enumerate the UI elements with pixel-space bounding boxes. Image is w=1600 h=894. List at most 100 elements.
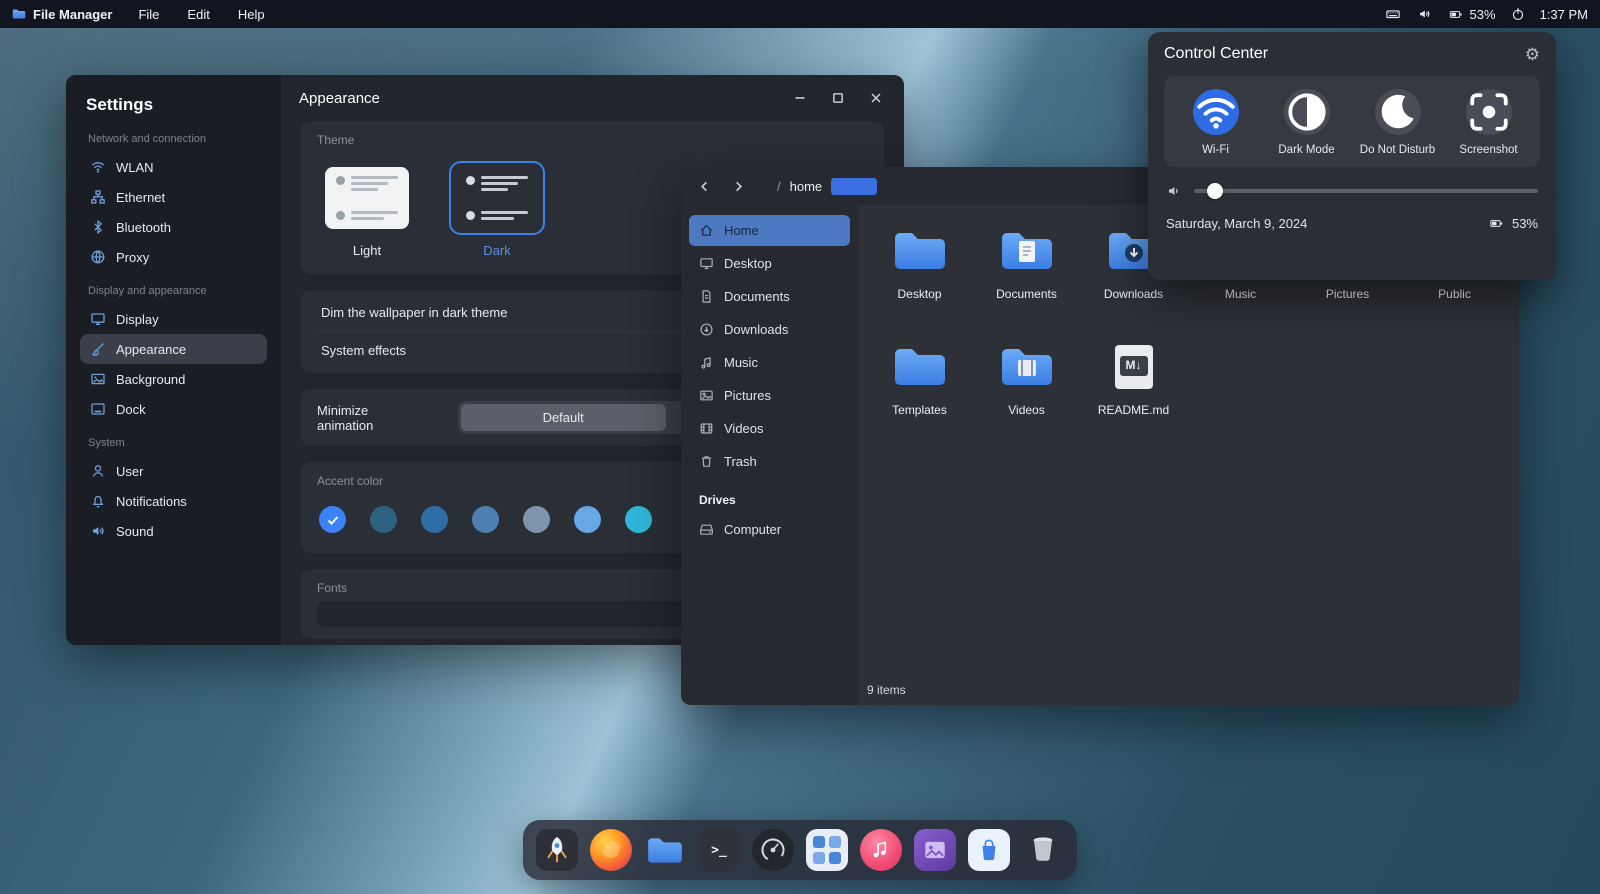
sidebar-item-proxy[interactable]: Proxy (80, 242, 267, 272)
sidebar-item-notifications[interactable]: Notifications (80, 486, 267, 516)
sidebar-item-desktop[interactable]: Desktop (689, 248, 850, 279)
minimize-button[interactable] (790, 88, 810, 108)
sidebar-item-computer[interactable]: Computer (689, 514, 850, 545)
menu-help[interactable]: Help (238, 7, 265, 22)
close-button[interactable] (866, 88, 886, 108)
chevron-left-icon (700, 181, 707, 191)
power-icon[interactable] (1511, 7, 1525, 21)
file-label: Documents (996, 287, 1057, 301)
minimize-icon (795, 97, 805, 99)
sidebar-item-dock[interactable]: Dock (80, 394, 267, 424)
keyboard-icon[interactable] (1384, 7, 1402, 21)
folder-icon (648, 837, 682, 863)
document-icon (702, 290, 711, 303)
file-item-readme[interactable]: M↓ README.md (1080, 339, 1187, 455)
menu-file[interactable]: File (138, 7, 159, 22)
sidebar-item-display[interactable]: Display (80, 304, 267, 334)
volume-slider[interactable] (1194, 183, 1538, 199)
file-item-videos[interactable]: Videos (973, 339, 1080, 455)
sidebar-item-pictures[interactable]: Pictures (689, 380, 850, 411)
status-bar: 9 items (867, 683, 906, 697)
maximize-button[interactable] (828, 88, 848, 108)
sidebar-item-label: Pictures (724, 388, 771, 403)
battery-icon (1490, 220, 1503, 227)
sidebar-item-music[interactable]: Music (689, 347, 850, 378)
dock-image-viewer[interactable] (914, 829, 956, 871)
sidebar-item-videos[interactable]: Videos (689, 413, 850, 444)
sidebar-item-trash[interactable]: Trash (689, 446, 850, 477)
control-center-title: Control Center (1164, 45, 1269, 62)
accent-swatch[interactable] (370, 506, 397, 533)
chevron-right-icon (735, 181, 742, 191)
clock[interactable]: 1:37 PM (1540, 7, 1588, 22)
sidebar-item-wlan[interactable]: WLAN (80, 152, 267, 182)
sidebar-item-documents[interactable]: Documents (689, 281, 850, 312)
file-label: Music (1224, 287, 1257, 301)
file-item-documents[interactable]: Documents (973, 223, 1080, 339)
bluetooth-icon (94, 219, 103, 235)
sidebar-item-label: Dock (116, 401, 146, 417)
sidebar-item-home[interactable]: Home (689, 215, 850, 246)
dock-app-store[interactable] (968, 829, 1010, 871)
section-system: System (88, 437, 125, 449)
file-label: README.md (1097, 403, 1170, 417)
wifi-toggle[interactable]: Wi-Fi (1170, 89, 1261, 156)
dock-trash[interactable] (1022, 829, 1064, 871)
sidebar-item-label: WLAN (116, 159, 154, 175)
dock-file-manager[interactable] (644, 829, 686, 871)
file-grid: Desktop Documents Downloads Music Pictur… (858, 205, 1519, 705)
screenshot-button[interactable]: Screenshot (1443, 89, 1534, 156)
accent-swatch[interactable] (472, 506, 499, 533)
dock-music[interactable] (860, 829, 902, 871)
sidebar-item-ethernet[interactable]: Ethernet (80, 182, 267, 212)
menu-edit[interactable]: Edit (187, 7, 209, 22)
dock-calculator[interactable] (806, 829, 848, 871)
sidebar-item-label: Display (116, 311, 159, 327)
close-icon (871, 93, 881, 103)
desktop-icon (700, 258, 713, 270)
gauge-icon (761, 838, 785, 862)
forward-button[interactable] (725, 173, 751, 199)
accent-swatch[interactable] (625, 506, 652, 533)
screenshot-circle (1465, 89, 1512, 135)
address-text-selection[interactable] (831, 177, 878, 195)
film-icon (700, 423, 713, 434)
minimize-animation-default[interactable]: Default (460, 404, 666, 431)
address-bar[interactable]: / home (777, 177, 878, 195)
dock-terminal[interactable]: >_ (698, 829, 740, 871)
sidebar-item-downloads[interactable]: Downloads (689, 314, 850, 345)
sidebar-item-user[interactable]: User (80, 456, 267, 486)
dark-mode-toggle[interactable]: Dark Mode (1261, 89, 1352, 156)
settings-gear-icon[interactable]: ⚙ (1525, 46, 1540, 63)
accent-swatch[interactable] (574, 506, 601, 533)
sidebar-item-label: Ethernet (116, 189, 166, 205)
file-item-templates[interactable]: Templates (866, 339, 973, 455)
do-not-disturb-toggle[interactable]: Do Not Disturb (1352, 89, 1443, 156)
folder-icon (894, 233, 945, 269)
volume-slider-knob[interactable] (1206, 183, 1223, 199)
active-app[interactable]: File Manager (12, 7, 112, 22)
volume-icon[interactable] (1417, 7, 1432, 21)
control-center-header: Control Center ⚙ (1164, 45, 1540, 63)
sidebar-item-label: Appearance (116, 341, 187, 357)
path-segment-home[interactable]: home (790, 179, 823, 194)
sidebar-item-bluetooth[interactable]: Bluetooth (80, 212, 267, 242)
sidebar-item-sound[interactable]: Sound (80, 516, 267, 546)
back-button[interactable] (691, 173, 717, 199)
accent-swatch-selected[interactable] (319, 506, 346, 533)
accent-swatch[interactable] (421, 506, 448, 533)
sidebar-item-background[interactable]: Background (80, 364, 267, 394)
file-item-desktop[interactable]: Desktop (866, 223, 973, 339)
theme-dark-option[interactable]: Dark (449, 161, 545, 258)
date-label: Saturday, March 9, 2024 (1166, 216, 1308, 231)
dock-firefox[interactable] (590, 829, 632, 871)
dark-theme-label: Dark (483, 243, 511, 258)
theme-light-option[interactable]: Light (319, 161, 415, 258)
dock-launcher[interactable] (536, 829, 578, 871)
dock-system-monitor[interactable] (752, 829, 794, 871)
battery-indicator[interactable]: 53% (1447, 7, 1496, 22)
sidebar-item-appearance[interactable]: Appearance (80, 334, 267, 364)
accent-swatch[interactable] (523, 506, 550, 533)
path-root[interactable]: / (777, 179, 781, 194)
file-label: Public (1438, 287, 1471, 301)
